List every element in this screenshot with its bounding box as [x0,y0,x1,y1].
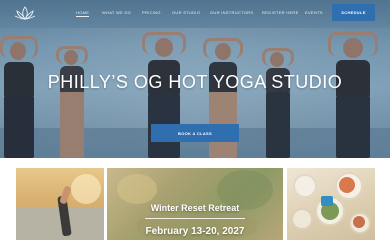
card-yoga-pose[interactable] [16,168,104,240]
top-nav: HOME WHAT WE DO PRICING OUR STUDIO OUR I… [0,0,390,26]
nav-item-what-we-do[interactable]: WHAT WE DO [102,10,131,15]
card-winter-reset-retreat[interactable]: Winter Reset Retreat February 13-20, 202… [107,168,283,240]
plate-food [339,177,355,193]
nav-item-our-studio[interactable]: OUR STUDIO [172,10,200,15]
foliage [117,174,157,204]
schedule-button[interactable]: SCHEDULE [332,4,375,21]
lotus-logo-icon[interactable] [14,5,36,21]
nav-item-events[interactable]: EVENTS [305,10,323,15]
sun-glow [71,174,101,204]
hero-title: PHILLY’S OG HOT YOGA STUDIO [47,72,343,92]
plate [293,174,317,198]
plate-food [353,216,365,228]
yoga-figure-leg [59,185,72,205]
hero-section: HOME WHAT WE DO PRICING OUR STUDIO OUR I… [0,0,390,158]
retreat-date: February 13-20, 2027 [145,226,245,237]
nav-item-our-instructors[interactable]: OUR INSTRUCTORS [210,10,253,15]
card-food[interactable] [287,168,375,240]
nav-item-register-here[interactable]: REGISTER HERE [262,10,299,15]
retreat-title: Winter Reset Retreat [150,203,240,213]
plate [291,208,313,230]
book-a-class-button[interactable]: BOOK A CLASS [151,124,239,142]
nav-item-pricing[interactable]: PRICING [142,10,161,15]
divider [145,218,245,219]
nav-item-home[interactable]: HOME [76,10,90,17]
blue-dish [321,196,333,206]
